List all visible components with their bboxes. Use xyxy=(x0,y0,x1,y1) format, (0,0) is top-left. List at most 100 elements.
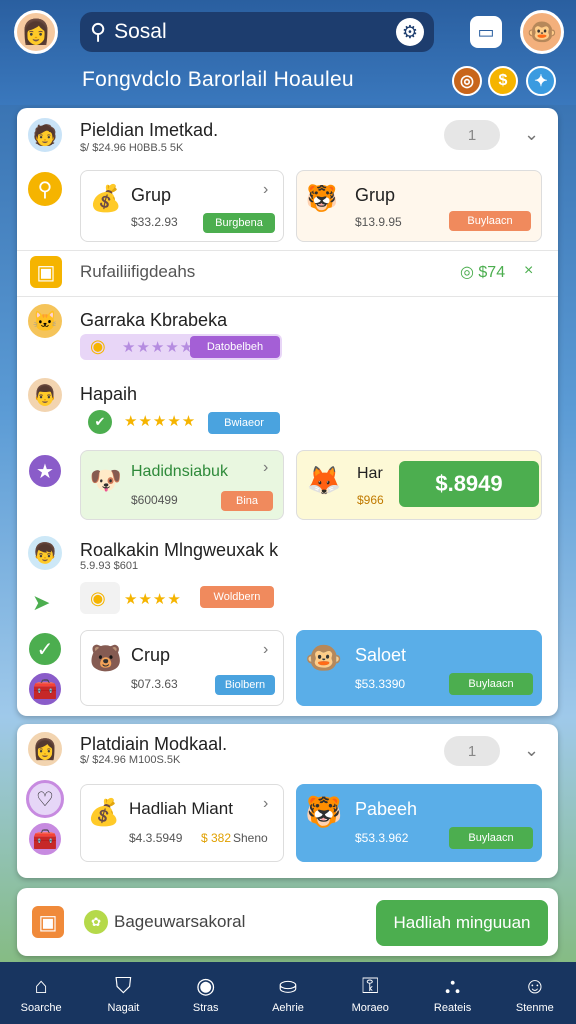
card-title: Pabeeh xyxy=(355,799,418,819)
character-icon: 🐶 xyxy=(89,464,123,495)
item-button[interactable]: Bwiaeor xyxy=(208,412,280,434)
buy-button[interactable]: Burgbena xyxy=(203,213,275,233)
card-title: Saloet xyxy=(355,645,407,665)
toggle-1[interactable]: 1 xyxy=(444,120,500,150)
buy-button[interactable]: Biolbern xyxy=(215,675,275,695)
offer-card-8[interactable]: 🐯 Pabeeh $53.3.962 Buylaacn xyxy=(296,784,542,862)
card-title: Hadliah Miant xyxy=(129,799,233,818)
character-icon: 🐯 xyxy=(305,795,343,829)
offer-card-6[interactable]: 🐵 Saloet $53.3390 Buylaacn xyxy=(296,630,542,706)
item-button[interactable]: Woldbern xyxy=(200,586,274,608)
settings-icon[interactable]: ⚙ xyxy=(396,18,424,46)
profile-avatar[interactable]: 🐵 xyxy=(520,10,564,54)
card-price: $07.3.63 xyxy=(131,677,178,691)
toggle-2[interactable]: 1 xyxy=(444,736,500,766)
bag-icon: ⛉ xyxy=(115,972,132,998)
divider xyxy=(17,296,558,297)
footer-label: Bageuwarsakoral xyxy=(114,912,246,931)
list-item-meta: 5.9.93 $601 xyxy=(80,560,139,572)
offer-card-3[interactable]: 🐶 Hadidnsiabuk › $600499 Bina xyxy=(80,450,284,520)
nav-item-chart[interactable]: ⛬ Reateis xyxy=(411,962,493,1024)
user-meta-2: $/ $24.96 M100S.5K xyxy=(80,754,181,766)
shield-icon: ✔ xyxy=(88,410,112,434)
basket-icon: ⛀ xyxy=(278,972,298,998)
offer-card-4[interactable]: 🦊 Har $966 $.8949 xyxy=(296,450,542,520)
buy-button[interactable]: Buylaacn xyxy=(449,673,533,695)
star-rating: ★★★★ xyxy=(124,591,182,608)
list-item-name: Hapaih xyxy=(80,384,138,404)
trophy-icon: ⚲ xyxy=(26,170,64,208)
chevron-right-icon: › xyxy=(263,459,269,476)
card-price: $13.9.95 xyxy=(355,215,402,229)
user-avatar-2: 👩 xyxy=(26,730,64,768)
user-meta-1: $/ $24.96 H0BB.5 5K xyxy=(80,142,184,154)
coin-icon[interactable]: ◎ xyxy=(452,66,482,96)
weekly-reward-button[interactable]: Hadliah minguuan xyxy=(376,900,548,946)
price-cta-button[interactable]: $.8949 xyxy=(399,461,539,507)
coins-icon: 💰 xyxy=(89,182,123,213)
nav-item-home[interactable]: ⌂ Soarche xyxy=(0,962,82,1024)
profile-icon: ☺ xyxy=(523,972,547,998)
gem-icon[interactable]: ✦ xyxy=(526,66,556,96)
chevron-right-icon: › xyxy=(263,181,269,198)
search-text: Sosal xyxy=(114,20,167,43)
offer-card-5[interactable]: 🐻 Crup › $07.3.63 Biolbern xyxy=(80,630,284,706)
chat-icon[interactable]: ▭ xyxy=(470,16,502,48)
star-rating: ★★★★★ xyxy=(122,339,195,356)
card-price: $53.3390 xyxy=(355,677,406,691)
section-label: Rufailiifigdeahs xyxy=(80,262,196,281)
nav-item-lock[interactable]: ⚿ Moraeo xyxy=(329,962,411,1024)
chevron-right-icon: › xyxy=(263,641,269,658)
chevron-down-icon[interactable]: ⌄ xyxy=(524,124,539,145)
user-name-1: Pieldian Imetkad. xyxy=(80,120,219,140)
list-item-name: Roalkakin Mlngweuxak k xyxy=(80,540,279,560)
search-bar[interactable]: ⚲ Sosal ⚙ xyxy=(80,12,434,52)
bear-icon: 🐻 xyxy=(89,642,123,673)
coins-icon: 💰 xyxy=(87,796,121,827)
chevron-right-icon: › xyxy=(263,795,269,812)
buy-button[interactable]: Bina xyxy=(221,491,273,511)
box-icon: ▣ xyxy=(32,906,64,938)
close-icon[interactable]: × xyxy=(524,262,533,280)
chart-icon: ⛬ xyxy=(444,972,461,998)
offer-card-2[interactable]: 🐯 Grup $13.9.95 Buylaacn xyxy=(296,170,542,242)
card-title: Hadidnsiabuk xyxy=(131,463,228,480)
person-avatar: 👨 xyxy=(26,376,64,414)
nav-item-camera[interactable]: ◉ Stras xyxy=(165,962,247,1024)
card-price: $53.3.962 xyxy=(355,831,409,845)
star-rating: ★★★★★ xyxy=(124,413,197,430)
buy-button[interactable]: Buylaacn xyxy=(449,211,531,231)
offer-card-7[interactable]: 💰 Hadliah Miant › $4.3.5949 $ 382 Sheno xyxy=(80,784,284,862)
boy-avatar: 👦 xyxy=(26,534,64,572)
offer-card-1[interactable]: 💰 Grup › $33.2.93 Burgbena xyxy=(80,170,284,242)
bottom-nav: ⌂ Soarche ⛉ Nagait ◉ Stras ⛀ Aehrie ⚿ Moraeo … xyxy=(0,962,576,1024)
home-icon: ⌂ xyxy=(34,972,48,998)
nav-item-basket[interactable]: ⛀ Aehrie xyxy=(247,962,329,1024)
chest-icon: 🧰 xyxy=(26,820,64,858)
fox-icon: 🦊 xyxy=(306,464,342,496)
card-title: Grup xyxy=(131,185,172,205)
arrow-icon: ➤ xyxy=(32,590,51,615)
buy-button[interactable]: Buylaacn xyxy=(449,827,533,849)
card-price: $4.3.5949 xyxy=(129,831,183,845)
user-name-2: Platdiain Modkaal. xyxy=(80,734,228,754)
cat-avatar: 🐱 xyxy=(26,302,64,340)
nav-item-profile[interactable]: ☺ Stenme xyxy=(494,962,576,1024)
card-price-2: $ 382 xyxy=(201,831,232,845)
lock-icon: ⚿ xyxy=(361,972,379,998)
check-icon: ✓ xyxy=(26,630,64,668)
divider xyxy=(17,250,558,251)
coin-icon: ◉ xyxy=(90,336,106,356)
coin-icon: ◉ xyxy=(90,588,106,608)
card-price: $966 xyxy=(357,493,384,507)
nav-item-bag[interactable]: ⛉ Nagait xyxy=(82,962,164,1024)
chest-icon: 🧰 xyxy=(26,670,64,708)
character-icon: 🐯 xyxy=(305,182,339,213)
section-amount: ◎ $74 xyxy=(460,264,506,281)
item-button[interactable]: Datobelbeh xyxy=(190,336,280,358)
user-avatar[interactable]: 👩 xyxy=(14,10,58,54)
list-item-name: Garraka Kbrabeka xyxy=(80,310,228,330)
card-title: Grup xyxy=(355,185,396,205)
chevron-down-icon[interactable]: ⌄ xyxy=(524,740,539,761)
gold-coin-icon[interactable]: $ xyxy=(488,66,518,96)
